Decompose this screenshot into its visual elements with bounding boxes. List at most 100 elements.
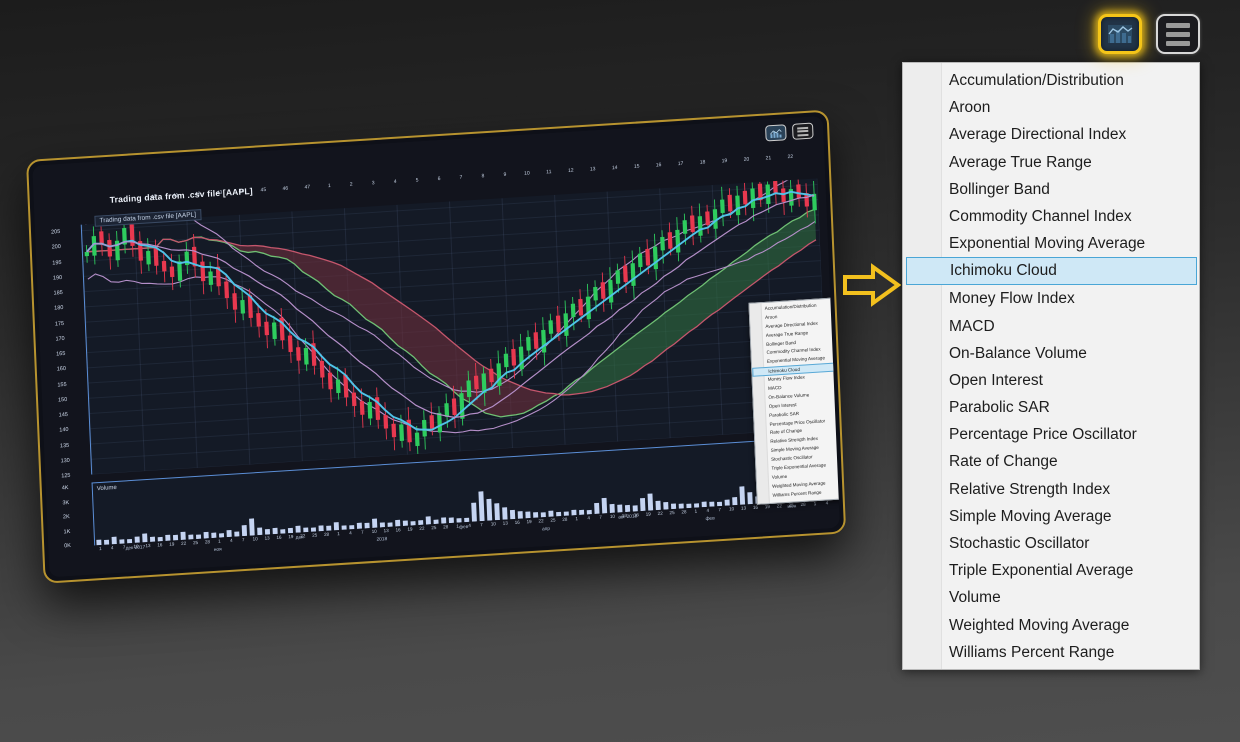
volume-y-tick: 3K [62, 499, 70, 506]
chart-panel-container: Trading data from .csv file [AAPL] Tradi… [26, 109, 847, 584]
top-axis-tick: 18 [699, 159, 706, 166]
top-axis-tick: 47 [304, 184, 311, 191]
indicator-dropdown-menu[interactable]: Accumulation/Distribution Aroon Average Di… [902, 62, 1200, 670]
menu-item-percentage-price-oscillator[interactable]: Percentage Price Oscillator [903, 421, 1199, 448]
top-axis-tick: 16 [655, 162, 662, 169]
volume-y-tick: 0K [64, 542, 72, 550]
x-axis-tick: фев [705, 516, 715, 523]
menu-item-macd[interactable]: MACD [903, 313, 1199, 340]
price-plot [81, 165, 829, 475]
top-axis-tick: 5 [415, 177, 419, 184]
top-axis-tick: 12 [567, 167, 574, 174]
menu-item-commodity-channel-index[interactable]: Commodity Channel Index [903, 203, 1199, 230]
price-y-tick: 200 [51, 244, 61, 251]
chart-title: Trading data from .csv file [AAPL] [109, 185, 253, 205]
price-y-tick: 145 [58, 411, 69, 419]
top-axis-tick: 4 [393, 178, 397, 185]
hamburger-menu-button[interactable] [1156, 14, 1200, 54]
top-toolbar [1098, 14, 1200, 54]
menu-item-accumulation-distribution[interactable]: Accumulation/Distribution [903, 67, 1199, 94]
volume-label: Volume [96, 484, 117, 493]
arrow-right-icon [843, 263, 902, 307]
top-axis-tick: 22 [787, 153, 794, 161]
chart-panel-chart-button[interactable] [765, 124, 787, 142]
menu-item-volume[interactable]: Volume [903, 584, 1199, 611]
top-axis-tick: 11 [546, 169, 552, 176]
x-axis-tick: фев [459, 524, 469, 531]
menu-item-triple-exponential-average[interactable]: Triple Exponential Average [903, 557, 1199, 584]
price-y-tick: 170 [55, 335, 65, 343]
chart-icon [1108, 25, 1133, 43]
volume-y-tick: 2K [62, 513, 70, 521]
price-y-tick: 150 [57, 396, 68, 404]
price-chart-area[interactable] [80, 165, 829, 475]
pointer-arrow [843, 262, 902, 313]
price-y-tick: 140 [59, 427, 69, 434]
top-axis-tick: 21 [765, 155, 772, 162]
top-axis-tick: 19 [721, 157, 728, 165]
menu-item-bollinger-band[interactable]: Bollinger Band [903, 176, 1199, 203]
top-axis-tick: 17 [677, 160, 684, 168]
price-y-tick: 155 [57, 381, 67, 388]
x-axis-tick: апр [541, 526, 551, 533]
chart-panel-toolbar [765, 122, 814, 142]
menu-item-weighted-moving-average[interactable]: Weighted Moving Average [903, 612, 1199, 639]
menu-item-aroon[interactable]: Aroon [903, 94, 1199, 121]
chart-panel: Trading data from .csv file [AAPL] Tradi… [26, 109, 847, 584]
x-axis-tick: 2018 [376, 537, 388, 543]
top-axis-tick: 9 [503, 171, 507, 179]
menu-item-relative-strength-index[interactable]: Relative Strength Index [903, 476, 1199, 503]
top-axis-tick: 8 [481, 173, 485, 180]
price-y-tick: 180 [54, 305, 64, 312]
top-axis-tick: 7 [459, 174, 463, 181]
top-axis-tick: 3 [371, 180, 375, 187]
chart-icon [770, 128, 782, 138]
price-y-tick: 205 [50, 229, 61, 236]
top-axis-tick: 2 [349, 181, 353, 188]
menu-item-stochastic-oscillator[interactable]: Stochastic Oscillator [903, 530, 1199, 557]
menu-item-ichimoku-cloud[interactable]: Ichimoku Cloud [906, 257, 1197, 286]
price-y-tick: 175 [54, 320, 65, 328]
price-y-tick: 190 [52, 274, 63, 282]
chart-view-button[interactable] [1098, 14, 1142, 54]
chart-top-axis: 40 41 42 43 44 45 46 47 1 2 3 4 5 6 7 8 9 10 11 12 13 14 15 16 1… [32, 116, 822, 200]
top-axis-tick: 6 [437, 176, 441, 183]
menu-item-money-flow-index[interactable]: Money Flow Index [903, 285, 1199, 312]
top-axis-tick: 13 [589, 166, 596, 173]
volume-y-axis: 0K 1K 2K 3K 4K [32, 116, 822, 549]
price-y-tick: 125 [61, 472, 71, 480]
chart-panel-inner: Trading data from .csv file [AAPL] Tradi… [32, 115, 840, 578]
top-axis-tick: 14 [611, 164, 618, 172]
menu-item-average-directional-index[interactable]: Average Directional Index [903, 121, 1199, 148]
top-axis-tick: 46 [282, 185, 289, 192]
menu-item-parabolic-sar[interactable]: Parabolic SAR [903, 394, 1199, 421]
price-y-axis: 205 200 195 190 185 180 175 170 165 160 155 150 145 1… [32, 116, 822, 479]
menu-item-williams-percent-range[interactable]: Williams Percent Range [903, 639, 1199, 666]
menu-item-exponential-moving-average[interactable]: Exponential Moving Average [903, 230, 1199, 257]
menu-item-on-balance-volume[interactable]: On-Balance Volume [903, 340, 1199, 367]
price-y-tick: 165 [56, 350, 66, 358]
top-axis-tick: 20 [743, 156, 750, 163]
top-axis-tick: 15 [633, 163, 640, 170]
menu-item-average-true-range[interactable]: Average True Range [903, 149, 1199, 176]
price-y-tick: 160 [56, 366, 67, 373]
menu-item-simple-moving-average[interactable]: Simple Moving Average [903, 503, 1199, 530]
top-axis-tick: 1 [327, 182, 331, 190]
x-axis-minor-ticks: 1 4 7 10 13 16 19 22 25 28 1 4 7 10 13 16 19 22 25 28 1 4 7 10 1… [98, 500, 829, 552]
x-axis-tick: ноя [213, 547, 222, 553]
chart-indicator-menu[interactable]: Accumulation/Distribution Aroon Average Di… [748, 296, 840, 505]
price-y-tick: 185 [53, 290, 63, 297]
menu-item-open-interest[interactable]: Open Interest [903, 367, 1199, 394]
price-y-tick: 130 [60, 457, 70, 465]
menu-item-rate-of-change[interactable]: Rate of Change [903, 448, 1199, 475]
top-axis-tick: 10 [523, 170, 530, 177]
price-y-tick: 135 [59, 442, 70, 449]
chart-panel-menu-button[interactable] [791, 122, 814, 140]
price-y-tick: 195 [52, 259, 62, 267]
hamburger-menu-icon [1166, 22, 1190, 46]
volume-y-tick: 4K [61, 484, 69, 492]
chart-x-axis: дек 2017 ноя дек 2018 фев апр авг 2018 фев июн 1 4… [32, 116, 829, 553]
volume-y-tick: 1K [63, 528, 71, 535]
hamburger-menu-icon [797, 126, 809, 137]
top-axis-tick: 45 [260, 186, 267, 194]
